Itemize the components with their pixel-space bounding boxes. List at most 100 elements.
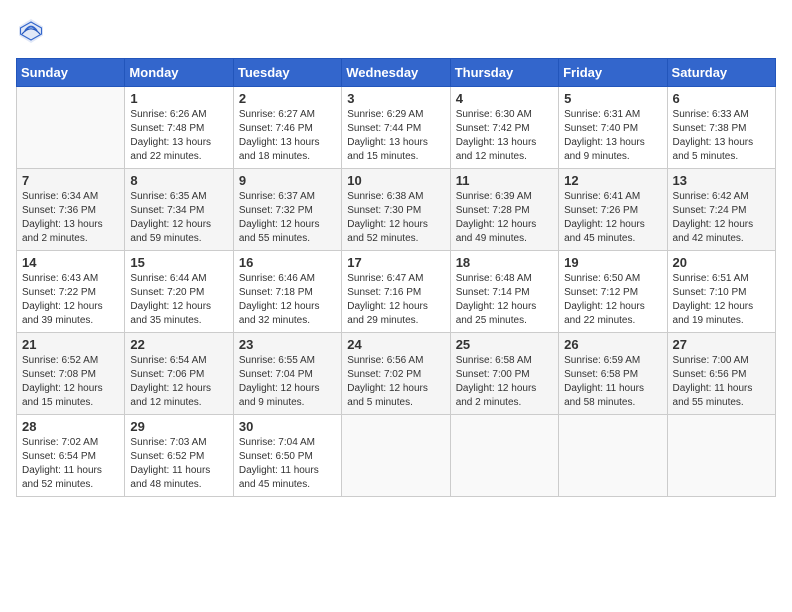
- cell-info: Sunrise: 6:35 AMSunset: 7:34 PMDaylight:…: [130, 190, 227, 246]
- calendar-cell: 12 Sunrise: 6:41 AMSunset: 7:26 PMDayligh…: [559, 169, 667, 251]
- day-number: 12: [564, 173, 661, 188]
- calendar-cell: 28 Sunrise: 7:02 AMSunset: 6:54 PMDayligh…: [17, 415, 125, 497]
- calendar-cell: [667, 415, 775, 497]
- day-number: 28: [22, 419, 119, 434]
- calendar-week-row: 28 Sunrise: 7:02 AMSunset: 6:54 PMDayligh…: [17, 415, 776, 497]
- calendar-cell: 22 Sunrise: 6:54 AMSunset: 7:06 PMDayligh…: [125, 333, 233, 415]
- day-number: 30: [239, 419, 336, 434]
- cell-info: Sunrise: 6:48 AMSunset: 7:14 PMDaylight:…: [456, 272, 553, 328]
- calendar-cell: 11 Sunrise: 6:39 AMSunset: 7:28 PMDayligh…: [450, 169, 558, 251]
- day-number: 2: [239, 91, 336, 106]
- calendar-cell: 26Sunrise: 6:59 AMSunset: 6:58 PMDayligh…: [559, 333, 667, 415]
- cell-info: Sunrise: 6:39 AMSunset: 7:28 PMDaylight:…: [456, 190, 553, 246]
- day-number: 16: [239, 255, 336, 270]
- cell-info: Sunrise: 7:03 AMSunset: 6:52 PMDaylight:…: [130, 436, 227, 492]
- calendar-cell: 8Sunrise: 6:35 AMSunset: 7:34 PMDaylight…: [125, 169, 233, 251]
- weekday-header-wednesday: Wednesday: [342, 59, 450, 87]
- weekday-header-row: SundayMondayTuesdayWednesdayThursdayFrid…: [17, 59, 776, 87]
- day-number: 25: [456, 337, 553, 352]
- weekday-header-sunday: Sunday: [17, 59, 125, 87]
- calendar-cell: 18 Sunrise: 6:48 AMSunset: 7:14 PMDayligh…: [450, 251, 558, 333]
- day-number: 6: [673, 91, 770, 106]
- cell-info: Sunrise: 6:33 AMSunset: 7:38 PMDaylight:…: [673, 108, 770, 164]
- cell-info: Sunrise: 6:44 AMSunset: 7:20 PMDaylight:…: [130, 272, 227, 328]
- day-number: 27: [673, 337, 770, 352]
- calendar-cell: 3 Sunrise: 6:29 AMSunset: 7:44 PMDaylight…: [342, 87, 450, 169]
- day-number: 29: [130, 419, 227, 434]
- day-number: 17: [347, 255, 444, 270]
- cell-info: Sunrise: 6:52 AMSunset: 7:08 PMDaylight:…: [22, 354, 119, 410]
- cell-info: Sunrise: 6:41 AMSunset: 7:26 PMDaylight:…: [564, 190, 661, 246]
- weekday-header-saturday: Saturday: [667, 59, 775, 87]
- calendar-cell: 19 Sunrise: 6:50 AMSunset: 7:12 PMDayligh…: [559, 251, 667, 333]
- calendar-cell: 13 Sunrise: 6:42 AMSunset: 7:24 PMDayligh…: [667, 169, 775, 251]
- calendar-cell: 1Sunrise: 6:26 AMSunset: 7:48 PMDaylight…: [125, 87, 233, 169]
- day-number: 20: [673, 255, 770, 270]
- day-number: 15: [130, 255, 227, 270]
- cell-info: Sunrise: 6:51 AMSunset: 7:10 PMDaylight:…: [673, 272, 770, 328]
- cell-info: Sunrise: 6:46 AMSunset: 7:18 PMDaylight:…: [239, 272, 336, 328]
- calendar-cell: [559, 415, 667, 497]
- day-number: 18: [456, 255, 553, 270]
- calendar-cell: [450, 415, 558, 497]
- cell-info: Sunrise: 6:31 AMSunset: 7:40 PMDaylight:…: [564, 108, 661, 164]
- calendar-week-row: 1Sunrise: 6:26 AMSunset: 7:48 PMDaylight…: [17, 87, 776, 169]
- calendar-week-row: 14 Sunrise: 6:43 AMSunset: 7:22 PMDayligh…: [17, 251, 776, 333]
- day-number: 21: [22, 337, 119, 352]
- calendar-cell: 30 Sunrise: 7:04 AMSunset: 6:50 PMDayligh…: [233, 415, 341, 497]
- day-number: 13: [673, 173, 770, 188]
- calendar-cell: 29 Sunrise: 7:03 AMSunset: 6:52 PMDayligh…: [125, 415, 233, 497]
- weekday-header-tuesday: Tuesday: [233, 59, 341, 87]
- calendar-cell: 4 Sunrise: 6:30 AMSunset: 7:42 PMDaylight…: [450, 87, 558, 169]
- day-number: 23: [239, 337, 336, 352]
- calendar-cell: 27 Sunrise: 7:00 AMSunset: 6:56 PMDayligh…: [667, 333, 775, 415]
- cell-info: Sunrise: 6:54 AMSunset: 7:06 PMDaylight:…: [130, 354, 227, 410]
- weekday-header-friday: Friday: [559, 59, 667, 87]
- calendar-cell: 16 Sunrise: 6:46 AMSunset: 7:18 PMDayligh…: [233, 251, 341, 333]
- weekday-header-monday: Monday: [125, 59, 233, 87]
- calendar-cell: 6 Sunrise: 6:33 AMSunset: 7:38 PMDaylight…: [667, 87, 775, 169]
- cell-info: Sunrise: 6:37 AMSunset: 7:32 PMDaylight:…: [239, 190, 336, 246]
- cell-info: Sunrise: 6:38 AMSunset: 7:30 PMDaylight:…: [347, 190, 444, 246]
- calendar-cell: 20 Sunrise: 6:51 AMSunset: 7:10 PMDayligh…: [667, 251, 775, 333]
- cell-info: Sunrise: 6:29 AMSunset: 7:44 PMDaylight:…: [347, 108, 444, 164]
- day-number: 11: [456, 173, 553, 188]
- page-header: [16, 16, 776, 46]
- cell-info: Sunrise: 6:43 AMSunset: 7:22 PMDaylight:…: [22, 272, 119, 328]
- cell-info: Sunrise: 6:56 AMSunset: 7:02 PMDaylight:…: [347, 354, 444, 410]
- day-number: 22: [130, 337, 227, 352]
- day-number: 24: [347, 337, 444, 352]
- cell-info: Sunrise: 6:47 AMSunset: 7:16 PMDaylight:…: [347, 272, 444, 328]
- calendar-cell: 9Sunrise: 6:37 AMSunset: 7:32 PMDaylight…: [233, 169, 341, 251]
- day-number: 26: [564, 337, 661, 352]
- calendar-cell: 2 Sunrise: 6:27 AMSunset: 7:46 PMDaylight…: [233, 87, 341, 169]
- calendar-cell: 15 Sunrise: 6:44 AMSunset: 7:20 PMDayligh…: [125, 251, 233, 333]
- logo: [16, 16, 50, 46]
- calendar-week-row: 21 Sunrise: 6:52 AMSunset: 7:08 PMDayligh…: [17, 333, 776, 415]
- calendar-cell: 14 Sunrise: 6:43 AMSunset: 7:22 PMDayligh…: [17, 251, 125, 333]
- calendar-cell: 17 Sunrise: 6:47 AMSunset: 7:16 PMDayligh…: [342, 251, 450, 333]
- calendar-week-row: 7Sunrise: 6:34 AMSunset: 7:36 PMDaylight…: [17, 169, 776, 251]
- cell-info: Sunrise: 6:30 AMSunset: 7:42 PMDaylight:…: [456, 108, 553, 164]
- cell-info: Sunrise: 6:42 AMSunset: 7:24 PMDaylight:…: [673, 190, 770, 246]
- day-number: 4: [456, 91, 553, 106]
- cell-info: Sunrise: 6:50 AMSunset: 7:12 PMDaylight:…: [564, 272, 661, 328]
- day-number: 5: [564, 91, 661, 106]
- cell-info: Sunrise: 7:04 AMSunset: 6:50 PMDaylight:…: [239, 436, 336, 492]
- logo-icon: [16, 16, 46, 46]
- day-number: 10: [347, 173, 444, 188]
- calendar-cell: [17, 87, 125, 169]
- calendar-cell: 25 Sunrise: 6:58 AMSunset: 7:00 PMDayligh…: [450, 333, 558, 415]
- cell-info: Sunrise: 6:27 AMSunset: 7:46 PMDaylight:…: [239, 108, 336, 164]
- cell-info: Sunrise: 7:00 AMSunset: 6:56 PMDaylight:…: [673, 354, 770, 410]
- day-number: 3: [347, 91, 444, 106]
- calendar-table: SundayMondayTuesdayWednesdayThursdayFrid…: [16, 58, 776, 497]
- cell-info: Sunrise: 7:02 AMSunset: 6:54 PMDaylight:…: [22, 436, 119, 492]
- day-number: 19: [564, 255, 661, 270]
- cell-info: Sunrise: 6:58 AMSunset: 7:00 PMDaylight:…: [456, 354, 553, 410]
- day-number: 1: [130, 91, 227, 106]
- calendar-cell: 5 Sunrise: 6:31 AMSunset: 7:40 PMDaylight…: [559, 87, 667, 169]
- calendar-cell: 21 Sunrise: 6:52 AMSunset: 7:08 PMDayligh…: [17, 333, 125, 415]
- calendar-cell: [342, 415, 450, 497]
- day-number: 14: [22, 255, 119, 270]
